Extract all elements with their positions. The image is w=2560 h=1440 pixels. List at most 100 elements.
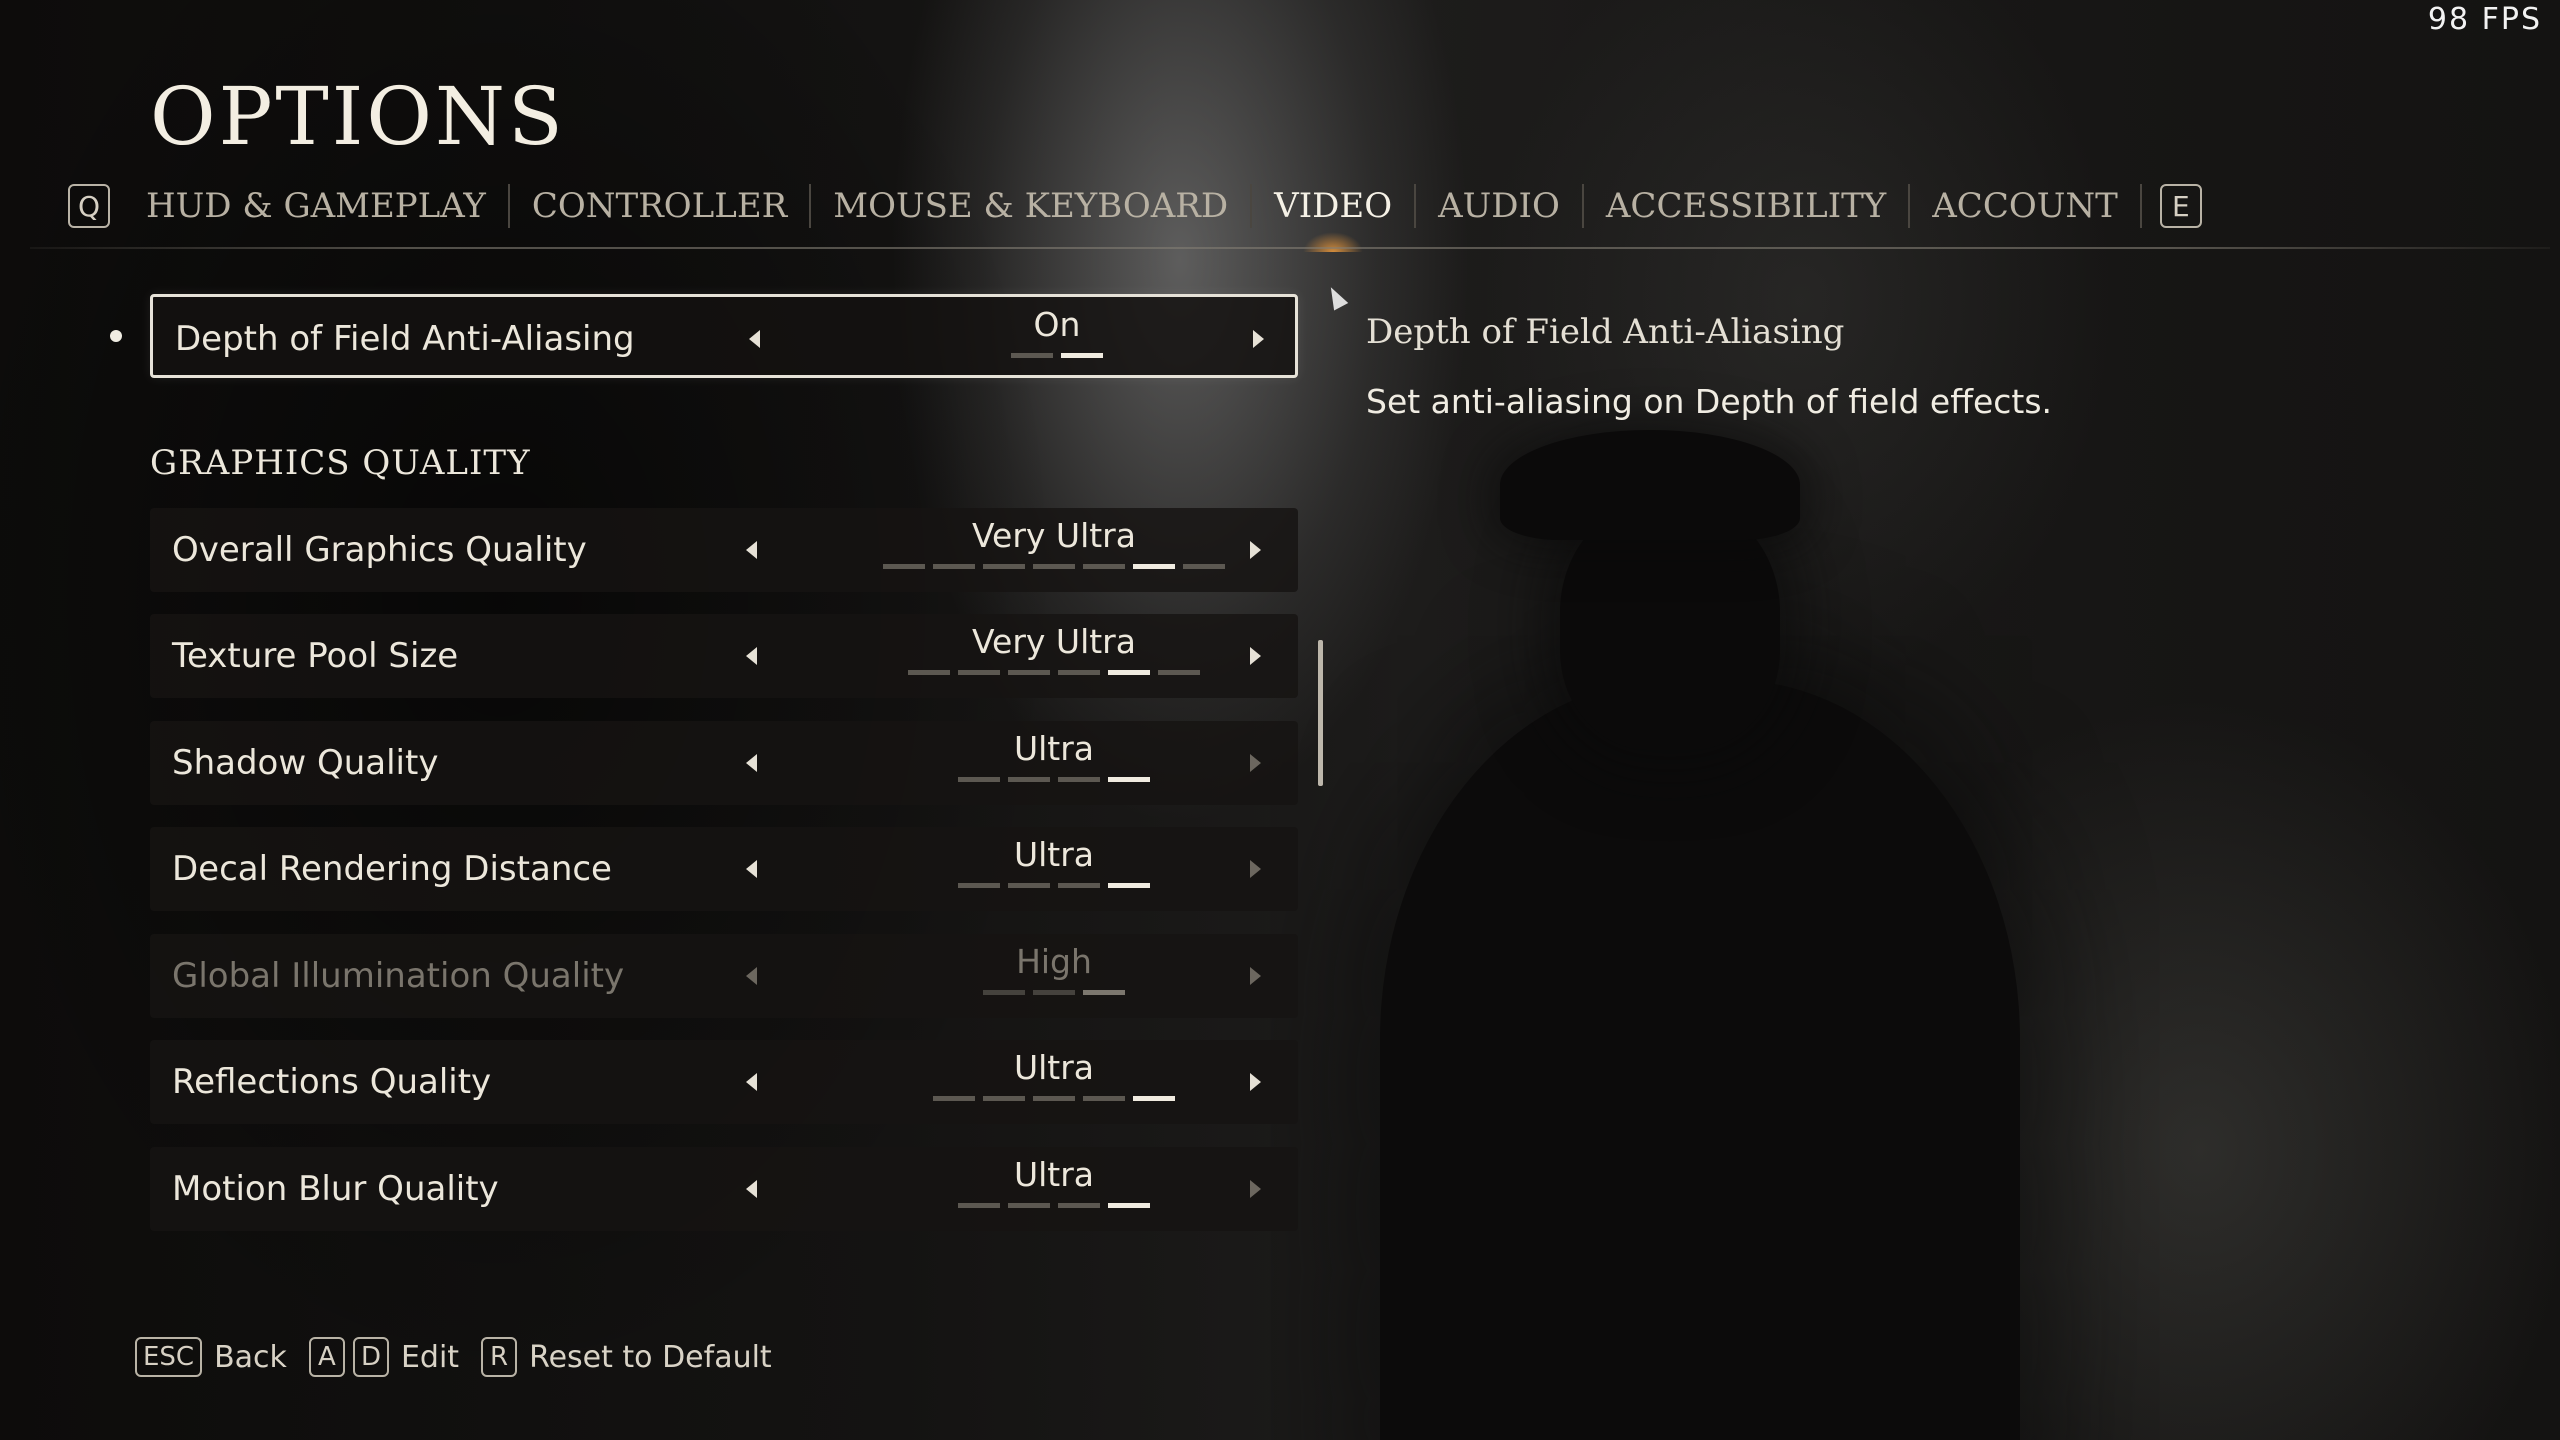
level-pip bbox=[1008, 670, 1050, 675]
level-pip bbox=[1033, 564, 1075, 569]
level-pip bbox=[1008, 1203, 1050, 1208]
level-pip bbox=[1033, 990, 1075, 995]
level-pip bbox=[1058, 1203, 1100, 1208]
setting-label: Depth of Field Anti-Aliasing bbox=[175, 319, 635, 359]
arrow-left-icon[interactable] bbox=[749, 330, 760, 348]
next-tab-key[interactable]: E bbox=[2159, 184, 2202, 228]
setting-value: On bbox=[1033, 305, 1081, 344]
setting-label: Shadow Quality bbox=[172, 743, 439, 783]
level-indicator bbox=[810, 883, 1298, 888]
level-indicator bbox=[810, 564, 1298, 569]
setting-value: Ultra bbox=[1013, 729, 1095, 768]
arrow-left-icon[interactable] bbox=[746, 647, 757, 665]
level-pip bbox=[983, 990, 1025, 995]
arrow-right-icon[interactable] bbox=[1250, 647, 1261, 665]
tab-audio[interactable]: AUDIO bbox=[1416, 184, 1584, 228]
level-indicator bbox=[810, 1096, 1298, 1101]
setting-row-overall-graphics[interactable]: Overall Graphics Quality Very Ultra bbox=[150, 508, 1298, 592]
setting-value: High bbox=[1016, 942, 1092, 981]
level-indicator bbox=[810, 990, 1298, 995]
setting-label: Texture Pool Size bbox=[172, 636, 459, 676]
arrow-right-icon[interactable] bbox=[1250, 754, 1261, 772]
selection-bullet bbox=[110, 330, 122, 342]
setting-label: Motion Blur Quality bbox=[172, 1169, 499, 1209]
setting-value: Very Ultra bbox=[972, 516, 1136, 555]
arrow-right-icon[interactable] bbox=[1250, 541, 1261, 559]
tab-hud-gameplay[interactable]: HUD & GAMEPLAY bbox=[124, 184, 510, 228]
tab-controller[interactable]: CONTROLLER bbox=[510, 184, 812, 228]
character-silhouette-hat bbox=[1500, 430, 1800, 540]
options-tabs: Q HUD & GAMEPLAY CONTROLLER MOUSE & KEYB… bbox=[68, 178, 2202, 234]
level-pip bbox=[958, 883, 1000, 888]
setting-row-texture-pool[interactable]: Texture Pool Size Very Ultra bbox=[150, 614, 1298, 698]
level-pip bbox=[983, 1096, 1025, 1101]
level-pip bbox=[1033, 1096, 1075, 1101]
level-pip bbox=[933, 564, 975, 569]
setting-row-decal-distance[interactable]: Decal Rendering Distance Ultra bbox=[150, 827, 1298, 911]
level-pip bbox=[1058, 670, 1100, 675]
level-pip-active bbox=[1108, 1203, 1150, 1208]
level-pip bbox=[908, 670, 950, 675]
level-pip-active bbox=[1108, 883, 1150, 888]
setting-label: Reflections Quality bbox=[172, 1062, 492, 1102]
arrow-left-icon[interactable] bbox=[746, 754, 757, 772]
tab-video[interactable]: VIDEO bbox=[1252, 184, 1417, 228]
tab-mouse-keyboard[interactable]: MOUSE & KEYBOARD bbox=[811, 184, 1253, 228]
a-key[interactable]: A bbox=[308, 1337, 345, 1377]
level-pip bbox=[933, 1096, 975, 1101]
description-title: Depth of Field Anti-Aliasing bbox=[1366, 312, 1845, 352]
setting-label: Overall Graphics Quality bbox=[172, 530, 587, 570]
arrow-left-icon[interactable] bbox=[746, 860, 757, 878]
setting-value: Very Ultra bbox=[972, 622, 1136, 661]
level-pip bbox=[1083, 1096, 1125, 1101]
fps-counter: 98 FPS bbox=[2427, 2, 2542, 37]
description-body: Set anti-aliasing on Depth of field effe… bbox=[1366, 382, 2053, 421]
level-pip-active bbox=[1108, 777, 1150, 782]
arrow-right-icon[interactable] bbox=[1250, 860, 1261, 878]
level-pip bbox=[958, 1203, 1000, 1208]
level-pip bbox=[1158, 670, 1200, 675]
arrow-left-icon[interactable] bbox=[746, 1073, 757, 1091]
back-hint[interactable]: Back bbox=[214, 1340, 287, 1375]
level-pip bbox=[1011, 353, 1053, 358]
setting-label: Decal Rendering Distance bbox=[172, 849, 612, 889]
esc-key[interactable]: ESC bbox=[135, 1337, 203, 1377]
settings-scrollbar[interactable] bbox=[1318, 640, 1323, 786]
arrow-left-icon[interactable] bbox=[746, 541, 757, 559]
arrow-left-icon bbox=[746, 967, 757, 985]
setting-row-motion-blur[interactable]: Motion Blur Quality Ultra bbox=[150, 1147, 1298, 1231]
arrow-right-icon[interactable] bbox=[1250, 1073, 1261, 1091]
level-pip bbox=[958, 670, 1000, 675]
tab-accessibility[interactable]: ACCESSIBILITY bbox=[1584, 184, 1911, 228]
setting-row-reflections[interactable]: Reflections Quality Ultra bbox=[150, 1040, 1298, 1124]
level-pip-active bbox=[1133, 1096, 1175, 1101]
tab-account[interactable]: ACCOUNT bbox=[1910, 184, 2142, 228]
page-title: OPTIONS bbox=[150, 70, 566, 163]
d-key[interactable]: D bbox=[352, 1337, 389, 1377]
arrow-right-icon[interactable] bbox=[1250, 1180, 1261, 1198]
level-pip-active bbox=[1083, 990, 1125, 995]
footer-hints: ESC Back A D Edit R Reset to Default bbox=[135, 1337, 786, 1377]
r-key[interactable]: R bbox=[481, 1337, 518, 1377]
level-indicator bbox=[810, 777, 1298, 782]
setting-label: Global Illumination Quality bbox=[172, 956, 625, 996]
prev-tab-key[interactable]: Q bbox=[68, 184, 110, 228]
setting-row-shadow-quality[interactable]: Shadow Quality Ultra bbox=[150, 721, 1298, 805]
level-pip bbox=[1058, 883, 1100, 888]
setting-value: Ultra bbox=[1013, 1155, 1095, 1194]
reset-hint[interactable]: Reset to Default bbox=[529, 1340, 772, 1375]
level-pip bbox=[1008, 883, 1050, 888]
level-pip bbox=[1008, 777, 1050, 782]
level-indicator bbox=[810, 670, 1298, 675]
level-pip bbox=[1058, 777, 1100, 782]
edit-hint[interactable]: Edit bbox=[401, 1340, 459, 1375]
level-pip bbox=[1183, 564, 1225, 569]
arrow-right-icon[interactable] bbox=[1253, 330, 1264, 348]
character-silhouette-body bbox=[1380, 680, 2020, 1440]
arrow-left-icon[interactable] bbox=[746, 1180, 757, 1198]
level-pip-active bbox=[1108, 670, 1150, 675]
arrow-right-icon bbox=[1250, 967, 1261, 985]
level-pip-active bbox=[1133, 564, 1175, 569]
setting-row-dof-aa[interactable]: Depth of Field Anti-Aliasing On bbox=[150, 294, 1298, 378]
level-pip bbox=[883, 564, 925, 569]
